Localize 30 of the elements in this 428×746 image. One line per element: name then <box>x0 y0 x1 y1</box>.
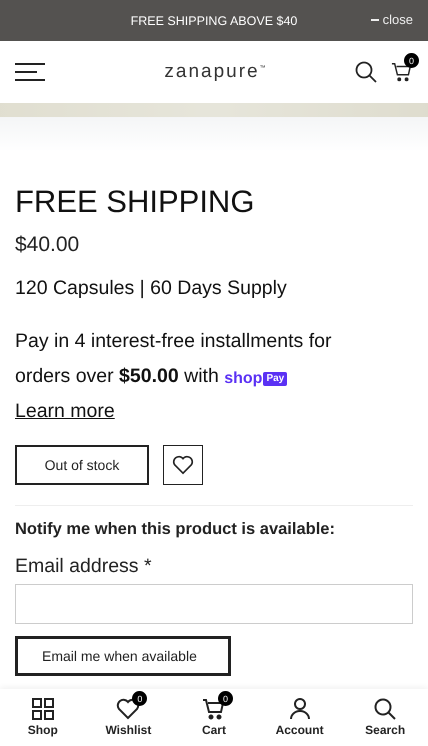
email-me-button[interactable]: Email me when available <box>15 636 231 676</box>
nav-tab[interactable]: Cart 0 <box>174 690 254 737</box>
installments-text: orders over $50.00 with <box>15 365 219 387</box>
wishlist-button[interactable] <box>163 445 203 485</box>
cart-count-badge: 0 <box>404 53 419 68</box>
nav-tab[interactable]: Account <box>260 690 340 737</box>
product-title: FREE SHIPPING <box>15 183 256 221</box>
minus-icon <box>370 18 379 20</box>
nav-tab[interactable]: Search <box>345 690 426 737</box>
grid-icon <box>32 698 54 720</box>
nav-tab[interactable]: Shop <box>2 690 83 737</box>
count-badge: 0 <box>218 691 233 706</box>
announcement-text: FREE SHIPPING ABOVE $40 <box>130 14 298 28</box>
person-icon <box>288 698 311 720</box>
logo[interactable]: zanapure$^{™}$ <box>164 61 266 83</box>
heart-icon <box>172 455 194 475</box>
product-price: $40.00 <box>15 233 80 257</box>
count-badge: 0 <box>132 691 148 706</box>
email-field[interactable] <box>15 584 413 624</box>
menu-icon[interactable] <box>15 63 45 81</box>
shop-pay-logo: shop Pay <box>224 371 288 387</box>
search-icon <box>374 698 396 720</box>
email-label: Email address * <box>15 555 153 578</box>
installments-text: Pay in 4 interest-free installments for <box>15 329 332 354</box>
notify-heading: Notify me when this product is available: <box>15 520 336 539</box>
learn-more-link[interactable]: Learn more <box>15 400 115 422</box>
variant-text: 120 Capsules | 60 Days Supply <box>15 277 288 300</box>
search-icon[interactable] <box>354 61 377 83</box>
nav-tab[interactable]: Wishlist 0 <box>88 690 168 737</box>
close-button[interactable]: close <box>370 12 413 27</box>
